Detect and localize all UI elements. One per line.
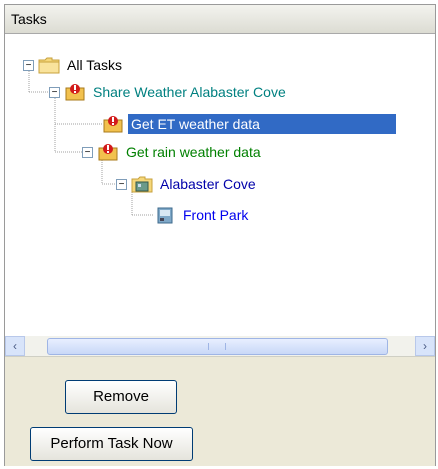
task-warning-icon <box>64 82 86 102</box>
task-warning-icon <box>97 142 119 162</box>
action-area: Remove Perform Task Now <box>5 356 435 466</box>
chevron-left-icon: ‹ <box>13 339 17 353</box>
collapse-toggle[interactable]: − <box>116 178 127 190</box>
tree-item-share-weather[interactable]: − Share Weather Alabaster Cove <box>49 79 289 105</box>
tree-item-label: Get ET weather data <box>128 114 396 134</box>
scroll-thumb[interactable] <box>47 338 388 355</box>
remove-button[interactable]: Remove <box>65 380 177 414</box>
tree-item-label: Get rain weather data <box>126 144 261 160</box>
grip-icon <box>208 343 226 350</box>
tree-item-label: All Tasks <box>67 57 122 73</box>
tasks-panel: Tasks − All Tasks − Share Weather Alabas… <box>4 4 436 466</box>
tree-item-alabaster-cove[interactable]: − Alabaster Cove <box>116 171 259 197</box>
tree-item-get-et-weather[interactable]: Get ET weather data <box>102 111 396 137</box>
collapse-toggle[interactable]: − <box>49 86 60 98</box>
panel-title: Tasks <box>11 11 47 27</box>
tree-item-label: Share Weather Alabaster Cove <box>93 84 286 100</box>
tree-item-all-tasks[interactable]: − All Tasks <box>23 52 125 78</box>
scroll-track[interactable] <box>25 336 415 356</box>
perform-task-now-button[interactable]: Perform Task Now <box>30 427 193 461</box>
site-icon <box>131 174 153 194</box>
controller-icon <box>154 205 176 225</box>
horizontal-scrollbar[interactable]: ‹ › <box>5 336 435 356</box>
scroll-right-button[interactable]: › <box>415 336 435 356</box>
collapse-toggle[interactable]: − <box>82 146 93 158</box>
scroll-left-button[interactable]: ‹ <box>5 336 25 356</box>
task-warning-icon <box>102 114 124 134</box>
folder-icon <box>38 55 60 75</box>
task-tree[interactable]: − All Tasks − Share Weather Alabaster Co… <box>5 34 435 336</box>
tree-item-label: Alabaster Cove <box>160 176 256 192</box>
collapse-toggle[interactable]: − <box>23 59 34 71</box>
tree-item-front-park[interactable]: Front Park <box>154 202 251 228</box>
tree-item-label: Front Park <box>183 207 249 223</box>
tree-item-get-rain-weather[interactable]: − Get rain weather data <box>82 139 264 165</box>
chevron-right-icon: › <box>423 339 427 353</box>
panel-header: Tasks <box>5 5 435 34</box>
